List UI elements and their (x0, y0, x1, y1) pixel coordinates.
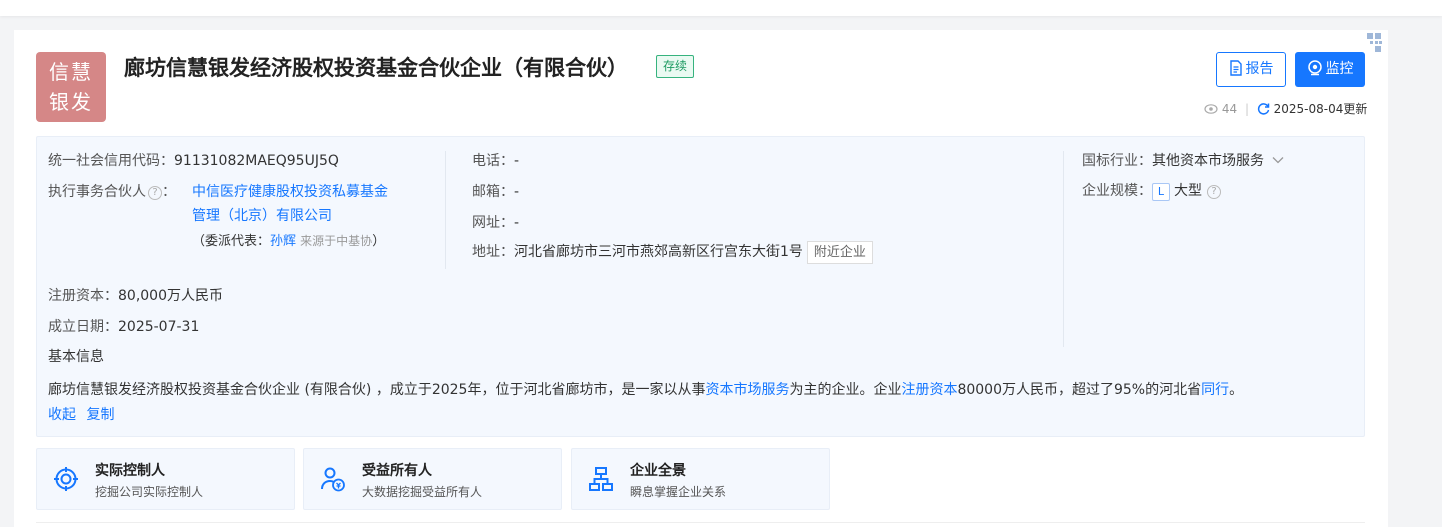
scale-row: 企业规模： L 大型? (1082, 180, 1221, 201)
tile-beneficial-owner[interactable]: 受益所有人 大数据挖掘受益所有人 (303, 448, 562, 510)
refresh-icon[interactable] (1257, 102, 1270, 115)
top-bar (0, 0, 1442, 16)
summary-actions: 收起 复制 (48, 404, 114, 424)
website-label: 网址： (472, 215, 514, 231)
tile-desc: 瞬息掌握企业关系 (630, 485, 727, 499)
collapse-link[interactable]: 收起 (48, 407, 76, 423)
credit-code-value[interactable]: 91131082MAEQ95UJ5Q (174, 153, 339, 169)
logo-line1: 信慧 (49, 60, 93, 84)
report-button-label: 报告 (1245, 61, 1274, 77)
company-name: 廊坊信慧银发经济股权投资基金合伙企业（有限合伙） (124, 56, 628, 80)
tile-actual-controller[interactable]: 实际控制人 挖掘公司实际控制人 (36, 448, 295, 510)
credit-code-row: 统一社会信用代码：91131082MAEQ95UJ5Q (48, 150, 339, 170)
monitor-eye-icon (1307, 60, 1322, 76)
company-header-card: 信慧 银发 廊坊信慧银发经济股权投资基金合伙企业（有限合伙） 存续 报告 监控 … (14, 30, 1388, 527)
logo-line2: 银发 (49, 90, 93, 114)
website-row: 网址：- (472, 212, 519, 232)
email-value: - (514, 184, 520, 200)
help-icon[interactable]: ? (148, 186, 162, 200)
email-label: 邮箱： (472, 184, 514, 200)
website-value: - (514, 215, 520, 231)
nearby-companies-button[interactable]: 附近企业 (806, 241, 873, 264)
summary-part3: 80000万人民币，超过了95%的河北省 (957, 382, 1202, 398)
company-info-panel: 统一社会信用代码：91131082MAEQ95UJ5Q 执行事务合伙人?： 中信… (36, 136, 1365, 437)
tile-desc: 大数据挖掘受益所有人 (362, 485, 483, 499)
address-value: 河北省廊坊市三河市燕郊高新区行宫东大街1号 (514, 244, 803, 260)
column-divider (1063, 151, 1064, 347)
founded-row: 成立日期：2025-07-31 (48, 316, 199, 336)
eye-icon (1204, 104, 1218, 114)
scale-label: 企业规模： (1082, 183, 1152, 199)
summary-part4: 。 (1229, 382, 1244, 398)
updated-date: 2025-08-04更新 (1273, 102, 1368, 116)
summary-link-industry[interactable]: 资本市场服务 (705, 382, 789, 398)
partner-link-line2[interactable]: 管理（北京）有限公司 (192, 205, 332, 225)
basic-info-heading: 基本信息 (48, 349, 104, 365)
capital-value: 80,000万人民币 (118, 288, 223, 304)
tile-title: 受益所有人 (362, 463, 432, 479)
address-label: 地址： (472, 244, 514, 260)
status-badge: 存续 (656, 55, 695, 78)
tile-title: 企业全景 (630, 463, 686, 479)
delegate-prefix: （委派代表： (192, 234, 271, 249)
delegate-suffix: ） (372, 234, 386, 249)
address-row: 地址：河北省廊坊市三河市燕郊高新区行宫东大街1号 附近企业 (472, 241, 873, 264)
capital-label: 注册资本： (48, 288, 118, 304)
industry-value[interactable]: 其他资本市场服务 (1152, 153, 1264, 169)
email-row: 邮箱：- (472, 181, 519, 201)
founded-value: 2025-07-31 (118, 319, 200, 335)
industry-row: 国标行业：其他资本市场服务 (1082, 150, 1284, 170)
org-chart-icon (589, 467, 613, 491)
copy-link[interactable]: 复制 (86, 407, 114, 423)
founded-label: 成立日期： (48, 319, 118, 335)
help-icon[interactable]: ? (1207, 185, 1221, 199)
target-icon (54, 467, 78, 491)
tile-desc: 挖掘公司实际控制人 (95, 485, 204, 499)
tile-title: 实际控制人 (95, 463, 165, 479)
document-icon (1229, 60, 1242, 76)
industry-label: 国标行业： (1082, 153, 1152, 169)
scale-badge: L (1152, 183, 1170, 201)
summary-link-capital[interactable]: 注册资本 (901, 382, 957, 398)
view-count: 44 (1221, 102, 1238, 116)
meta-separator: | (1244, 102, 1249, 116)
delegate-name-link[interactable]: 孙辉 (270, 234, 296, 249)
partner-label: 执行事务合伙人 (48, 184, 146, 200)
company-logo: 信慧 银发 (36, 52, 106, 122)
phone-value: - (514, 153, 520, 169)
qr-code-icon[interactable] (1356, 30, 1386, 58)
phone-label: 电话： (472, 153, 514, 169)
page-meta: 44 | 2025-08-04更新 (1204, 100, 1368, 117)
summary-link-peers[interactable]: 同行 (1201, 382, 1229, 398)
partner-row: 执行事务合伙人?： (48, 181, 176, 201)
chevron-down-icon[interactable] (1272, 156, 1284, 164)
credit-code-label: 统一社会信用代码： (48, 153, 174, 169)
column-divider (445, 151, 446, 269)
delegate-row: （委派代表：孙辉 来源于中基协） (192, 230, 385, 249)
section-divider (36, 522, 1365, 523)
monitor-button-label: 监控 (1325, 61, 1354, 77)
partner-colon: ： (162, 184, 176, 200)
summary-part1: 廊坊信慧银发经济股权投资基金合伙企业 (有限合伙) ，成立于2025年，位于河北… (48, 382, 706, 398)
phone-row: 电话：- (472, 150, 519, 170)
report-button[interactable]: 报告 (1216, 52, 1286, 87)
delegate-source: 来源于中基协 (300, 234, 373, 248)
monitor-button[interactable]: 监控 (1295, 52, 1365, 87)
tile-enterprise-panorama[interactable]: 企业全景 瞬息掌握企业关系 (571, 448, 830, 510)
person-coin-icon (321, 467, 345, 492)
summary-text: 廊坊信慧银发经济股权投资基金合伙企业 (有限合伙) ，成立于2025年，位于河北… (48, 379, 1243, 399)
capital-row: 注册资本：80,000万人民币 (48, 285, 223, 305)
scale-value: 大型 (1174, 183, 1202, 199)
summary-part2: 为主的企业。企业 (789, 382, 902, 398)
partner-link-line1[interactable]: 中信医疗健康股权投资私募基金 (192, 181, 388, 201)
